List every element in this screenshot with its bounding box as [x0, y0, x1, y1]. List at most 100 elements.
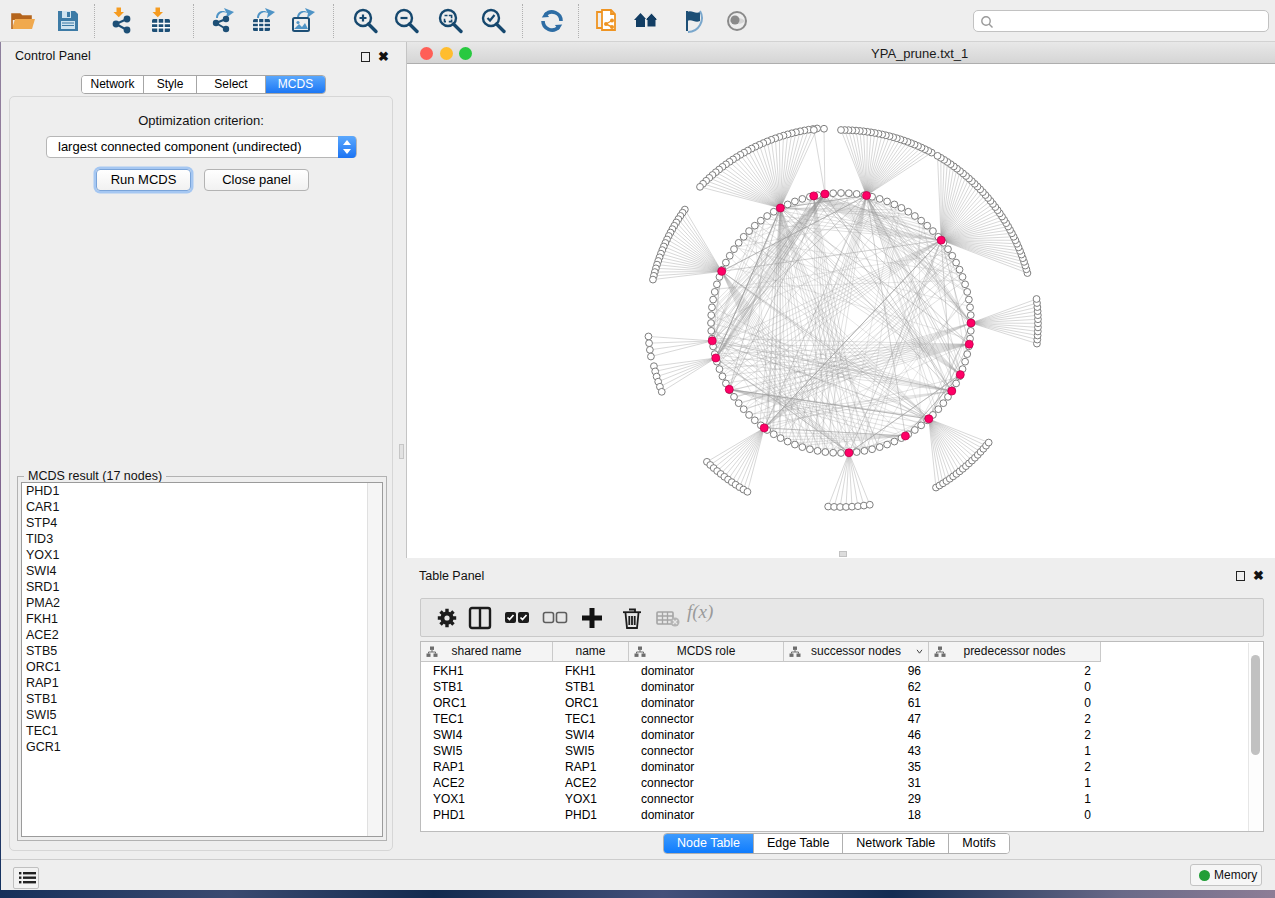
mcds-result-item[interactable]: ACE2	[22, 627, 382, 643]
toolbar-separator	[333, 4, 334, 38]
delete-table-icon[interactable]	[655, 605, 681, 631]
show-eye-icon[interactable]	[723, 7, 751, 35]
attribute-tree-icon	[789, 646, 801, 658]
table-row-ACE2[interactable]: ACE2ACE2connector311	[421, 775, 1249, 791]
mcds-result-item[interactable]: CAR1	[22, 499, 382, 515]
import-network-icon[interactable]	[108, 7, 136, 35]
optimization-criterion-select[interactable]: largest connected component (undirected)	[46, 136, 357, 158]
mcds-result-title: MCDS result (17 nodes)	[24, 469, 166, 483]
function-builder-icon[interactable]: f(x)	[687, 601, 713, 623]
table-row-ORC1[interactable]: ORC1ORC1dominator610	[421, 695, 1249, 711]
mcds-result-item[interactable]: SRD1	[22, 579, 382, 595]
table-row-RAP1[interactable]: RAP1RAP1dominator352	[421, 759, 1249, 775]
attribute-tree-icon	[934, 646, 946, 658]
network-title: YPA_prune.txt_1	[871, 46, 968, 61]
tab-network-table[interactable]: Network Table	[843, 834, 949, 853]
table-scrollbar[interactable]	[1248, 643, 1262, 831]
zoom-in-icon[interactable]	[351, 7, 379, 35]
sidebar-divider-handle[interactable]	[399, 444, 404, 459]
home-icon[interactable]	[632, 7, 660, 35]
mcds-result-item[interactable]: STB5	[22, 643, 382, 659]
table-toolbar: f(x)	[420, 598, 1264, 637]
memory-status-icon	[1199, 870, 1210, 881]
mcds-result-item[interactable]: TID3	[22, 531, 382, 547]
network-canvas[interactable]	[407, 65, 1275, 558]
close-panel-icon[interactable]: ✖	[378, 52, 389, 62]
table-row-YOX1[interactable]: YOX1YOX1connector291	[421, 791, 1249, 807]
sort-indicator-icon	[916, 649, 923, 654]
mcds-result-item[interactable]: RAP1	[22, 675, 382, 691]
toolbar-separator	[578, 4, 579, 38]
minimize-window-icon[interactable]	[440, 47, 453, 60]
mcds-list-scrollbar[interactable]	[367, 483, 382, 836]
control-panel-tabs: NetworkStyleSelectMCDS	[81, 75, 326, 94]
export-image-icon[interactable]	[289, 7, 317, 35]
tab-style[interactable]: Style	[144, 76, 197, 93]
mcds-result-item[interactable]: ORC1	[22, 659, 382, 675]
table-header: shared namenameMCDS rolesuccessor nodesp…	[421, 642, 1101, 662]
zoom-fit-icon[interactable]	[436, 7, 464, 35]
export-network-icon[interactable]	[208, 7, 236, 35]
mcds-result-item[interactable]: SWI5	[22, 707, 382, 723]
zoom-selected-icon[interactable]	[479, 7, 507, 35]
zoom-out-icon[interactable]	[392, 7, 420, 35]
maximize-window-icon[interactable]	[459, 47, 472, 60]
table-row-STB1[interactable]: STB1STB1dominator620	[421, 679, 1249, 695]
tab-edge-table[interactable]: Edge Table	[754, 834, 843, 853]
column-header-MCDS-role[interactable]: MCDS role	[629, 642, 784, 662]
column-header-name[interactable]: name	[553, 642, 629, 662]
select-all-icon[interactable]	[504, 605, 530, 631]
delete-column-icon[interactable]	[619, 605, 645, 631]
column-header-successor-nodes[interactable]: successor nodes	[784, 642, 929, 662]
import-table-icon[interactable]	[147, 7, 175, 35]
mcds-result-item[interactable]: PMA2	[22, 595, 382, 611]
task-history-button[interactable]	[13, 867, 39, 889]
mcds-result-item[interactable]: STP4	[22, 515, 382, 531]
refresh-icon[interactable]	[538, 7, 566, 35]
save-session-icon[interactable]	[54, 7, 82, 35]
share-network-icon[interactable]	[593, 7, 621, 35]
toolbar-separator	[193, 4, 194, 38]
table-row-SWI4[interactable]: SWI4SWI4dominator462	[421, 727, 1249, 743]
table-row-SWI5[interactable]: SWI5SWI5connector431	[421, 743, 1249, 759]
memory-button[interactable]: Memory	[1190, 864, 1262, 886]
column-header-shared-name[interactable]: shared name	[421, 642, 553, 662]
tab-node-table[interactable]: Node Table	[664, 834, 754, 853]
tab-mcds[interactable]: MCDS	[266, 76, 325, 93]
node-table: shared namenameMCDS rolesuccessor nodesp…	[420, 641, 1264, 832]
mcds-result-item[interactable]: TEC1	[22, 723, 382, 739]
search-icon	[980, 15, 994, 29]
mcds-result-item[interactable]: YOX1	[22, 547, 382, 563]
mcds-result-item[interactable]: FKH1	[22, 611, 382, 627]
hide-flag-icon[interactable]	[678, 7, 706, 35]
mcds-result-item[interactable]: SWI4	[22, 563, 382, 579]
column-header-predecessor-nodes[interactable]: predecessor nodes	[929, 642, 1101, 662]
control-panel-title: Control Panel	[15, 49, 91, 63]
tab-network[interactable]: Network	[82, 76, 144, 93]
add-column-icon[interactable]	[579, 605, 605, 631]
open-file-icon[interactable]	[9, 7, 37, 35]
run-mcds-button[interactable]: Run MCDS	[96, 169, 191, 191]
settings-gear-icon[interactable]	[434, 605, 460, 631]
mcds-result-item[interactable]: PHD1	[22, 483, 382, 499]
mcds-result-item[interactable]: STB1	[22, 691, 382, 707]
close-window-icon[interactable]	[420, 47, 433, 60]
tab-motifs[interactable]: Motifs	[949, 834, 1008, 853]
table-row-FKH1[interactable]: FKH1FKH1dominator962	[421, 663, 1249, 679]
float-window-icon[interactable]	[361, 52, 370, 62]
network-graph	[407, 65, 1275, 558]
close-panel-button[interactable]: Close panel	[204, 169, 309, 191]
mcds-result-list[interactable]: PHD1CAR1STP4TID3YOX1SWI4SRD1PMA2FKH1ACE2…	[21, 482, 383, 837]
table-row-PHD1[interactable]: PHD1PHD1dominator180	[421, 807, 1249, 823]
table-row-TEC1[interactable]: TEC1TEC1connector472	[421, 711, 1249, 727]
deselect-all-icon[interactable]	[542, 605, 568, 631]
export-table-icon[interactable]	[249, 7, 277, 35]
panel-divider-handle[interactable]	[839, 551, 847, 557]
column-view-icon[interactable]	[467, 605, 493, 631]
mcds-result-item[interactable]: GCR1	[22, 739, 382, 755]
table-panel: Table Panel ✖ f(x) shared namenameMCDS r…	[406, 558, 1275, 859]
search-input[interactable]	[973, 10, 1269, 32]
tab-select[interactable]: Select	[197, 76, 266, 93]
close-table-icon[interactable]: ✖	[1253, 571, 1264, 581]
float-table-icon[interactable]	[1236, 571, 1245, 581]
